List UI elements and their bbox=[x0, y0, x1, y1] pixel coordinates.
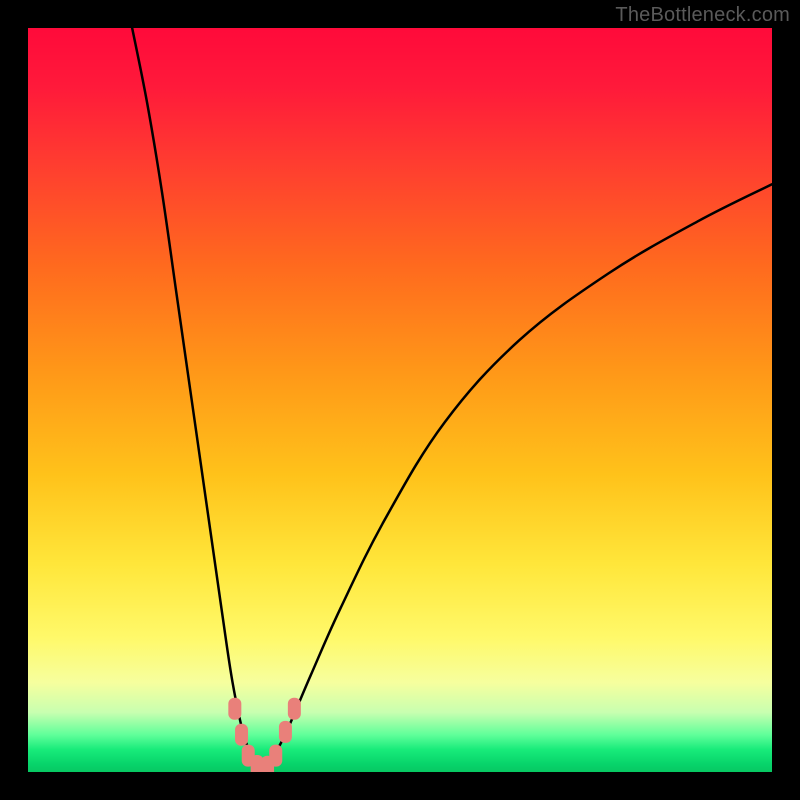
data-marker bbox=[269, 745, 282, 767]
chart-svg bbox=[28, 28, 772, 772]
data-markers bbox=[228, 698, 301, 772]
data-marker bbox=[288, 698, 301, 720]
curve-right-branch bbox=[266, 184, 772, 768]
plot-area bbox=[28, 28, 772, 772]
data-marker bbox=[228, 698, 241, 720]
chart-frame: TheBottleneck.com bbox=[0, 0, 800, 800]
data-marker bbox=[235, 724, 248, 746]
curve-left-branch bbox=[132, 28, 266, 768]
watermark-text: TheBottleneck.com bbox=[615, 4, 790, 27]
data-marker bbox=[279, 721, 292, 743]
